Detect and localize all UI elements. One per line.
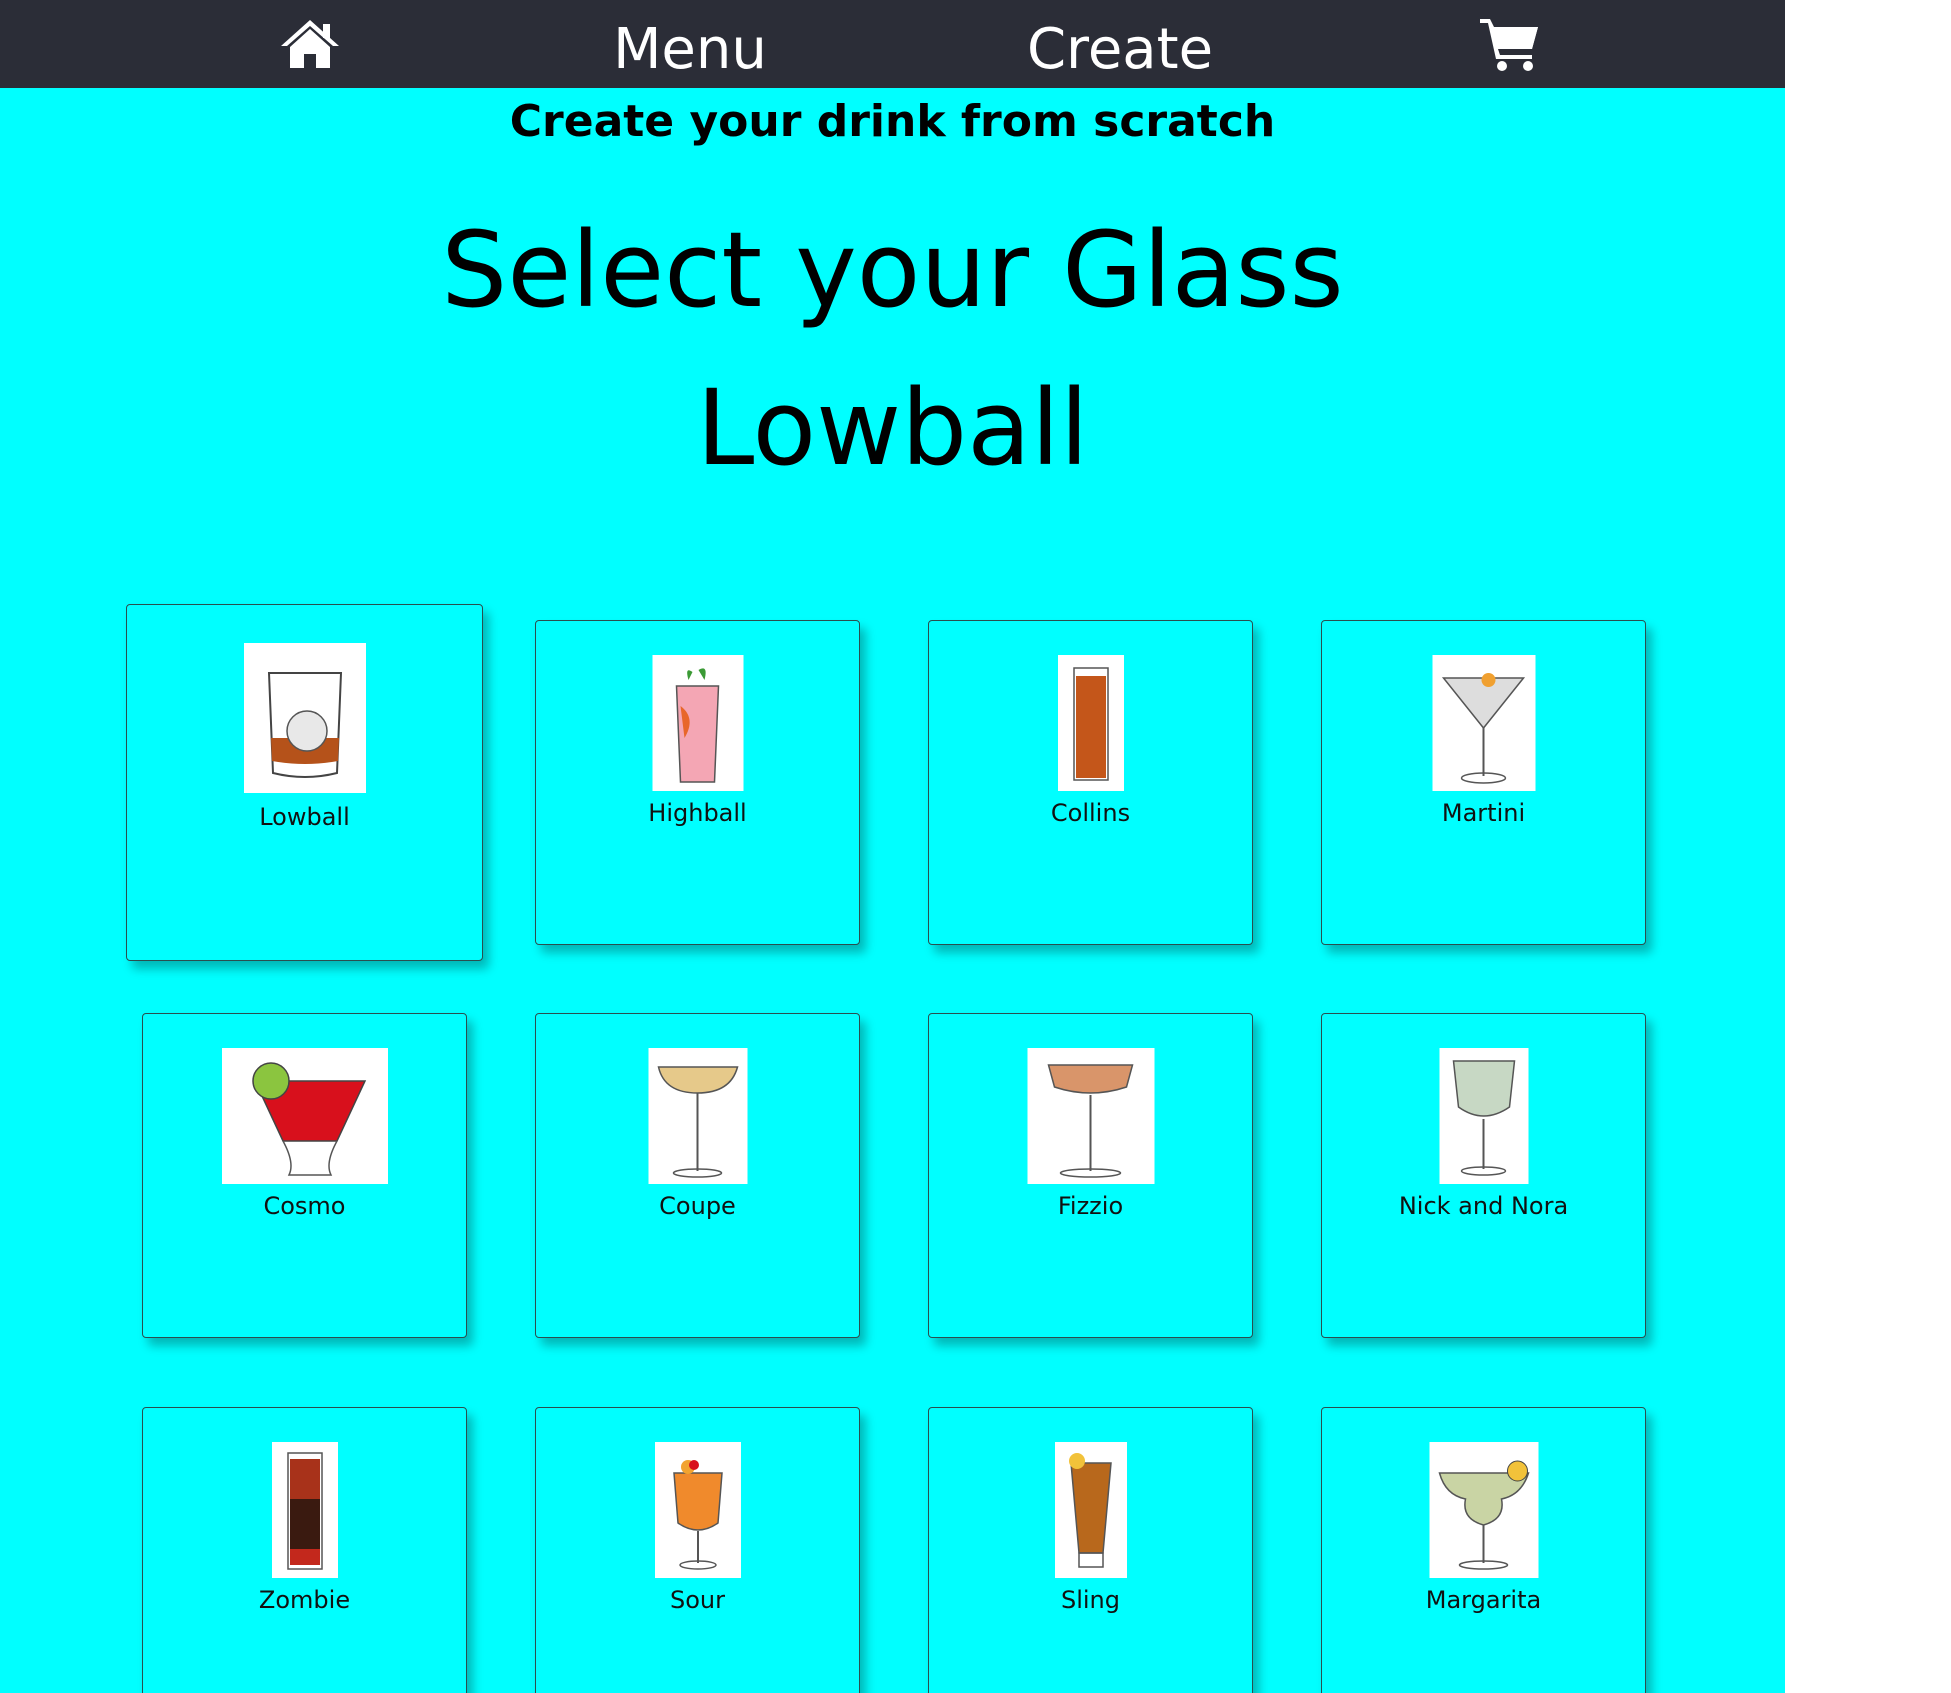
glass-label: Coupe bbox=[659, 1192, 736, 1220]
glass-label: Sour bbox=[670, 1586, 725, 1614]
nick-and-nora-glass-icon bbox=[1439, 1048, 1528, 1184]
margarita-glass-icon bbox=[1429, 1442, 1538, 1578]
glass-card-lowball[interactable]: Lowball bbox=[126, 604, 483, 961]
glass-card-sling[interactable]: Sling bbox=[928, 1407, 1253, 1693]
glass-label: Lowball bbox=[259, 803, 350, 831]
cart-icon bbox=[1478, 15, 1542, 73]
fizzio-glass-icon bbox=[1027, 1048, 1154, 1184]
martini-glass-icon bbox=[1432, 655, 1535, 791]
cosmo-glass-icon bbox=[221, 1048, 388, 1184]
sour-glass-icon bbox=[654, 1442, 741, 1578]
glass-label: Nick and Nora bbox=[1398, 1192, 1569, 1220]
glass-card-highball[interactable]: Highball bbox=[535, 620, 860, 945]
glass-card-sour[interactable]: Sour bbox=[535, 1407, 860, 1693]
glass-label: Zombie bbox=[258, 1586, 351, 1614]
nav-create-link[interactable]: Create bbox=[1000, 5, 1240, 93]
glass-card-fizzio[interactable]: Fizzio bbox=[928, 1013, 1253, 1338]
glass-card-martini[interactable]: Martini bbox=[1321, 620, 1646, 945]
selected-glass-name: Lowball bbox=[696, 367, 1089, 489]
collins-glass-icon bbox=[1057, 655, 1124, 791]
glass-label: Cosmo bbox=[263, 1192, 346, 1220]
zombie-glass-icon bbox=[271, 1442, 338, 1578]
sling-glass-icon bbox=[1054, 1442, 1127, 1578]
glass-label: Collins bbox=[1050, 799, 1131, 827]
lowball-glass-icon bbox=[243, 643, 366, 793]
cart-button[interactable] bbox=[1450, 0, 1570, 88]
glass-label: Fizzio bbox=[1057, 1192, 1124, 1220]
glass-card-collins[interactable]: Collins bbox=[928, 620, 1253, 945]
glass-label: Margarita bbox=[1425, 1586, 1542, 1614]
home-button[interactable] bbox=[250, 0, 370, 88]
glass-card-zombie[interactable]: Zombie bbox=[142, 1407, 467, 1693]
glass-label: Highball bbox=[648, 799, 747, 827]
highball-glass-icon bbox=[652, 655, 743, 791]
page-subtitle: Create your drink from scratch bbox=[509, 96, 1276, 147]
page-title: Select your Glass bbox=[441, 209, 1344, 331]
nav-menu-link[interactable]: Menu bbox=[580, 5, 800, 93]
glass-label: Martini bbox=[1441, 799, 1526, 827]
home-icon bbox=[279, 18, 341, 70]
glass-card-coupe[interactable]: Coupe bbox=[535, 1013, 860, 1338]
glass-label: Sling bbox=[1060, 1586, 1120, 1614]
glass-card-margarita[interactable]: Margarita bbox=[1321, 1407, 1646, 1693]
app-container: Menu Create Create your drink from scrat… bbox=[0, 0, 1785, 1693]
coupe-glass-icon bbox=[648, 1048, 747, 1184]
glass-card-nick-and-nora[interactable]: Nick and Nora bbox=[1321, 1013, 1646, 1338]
glass-card-cosmo[interactable]: Cosmo bbox=[142, 1013, 467, 1338]
top-nav: Menu Create bbox=[0, 0, 1785, 88]
